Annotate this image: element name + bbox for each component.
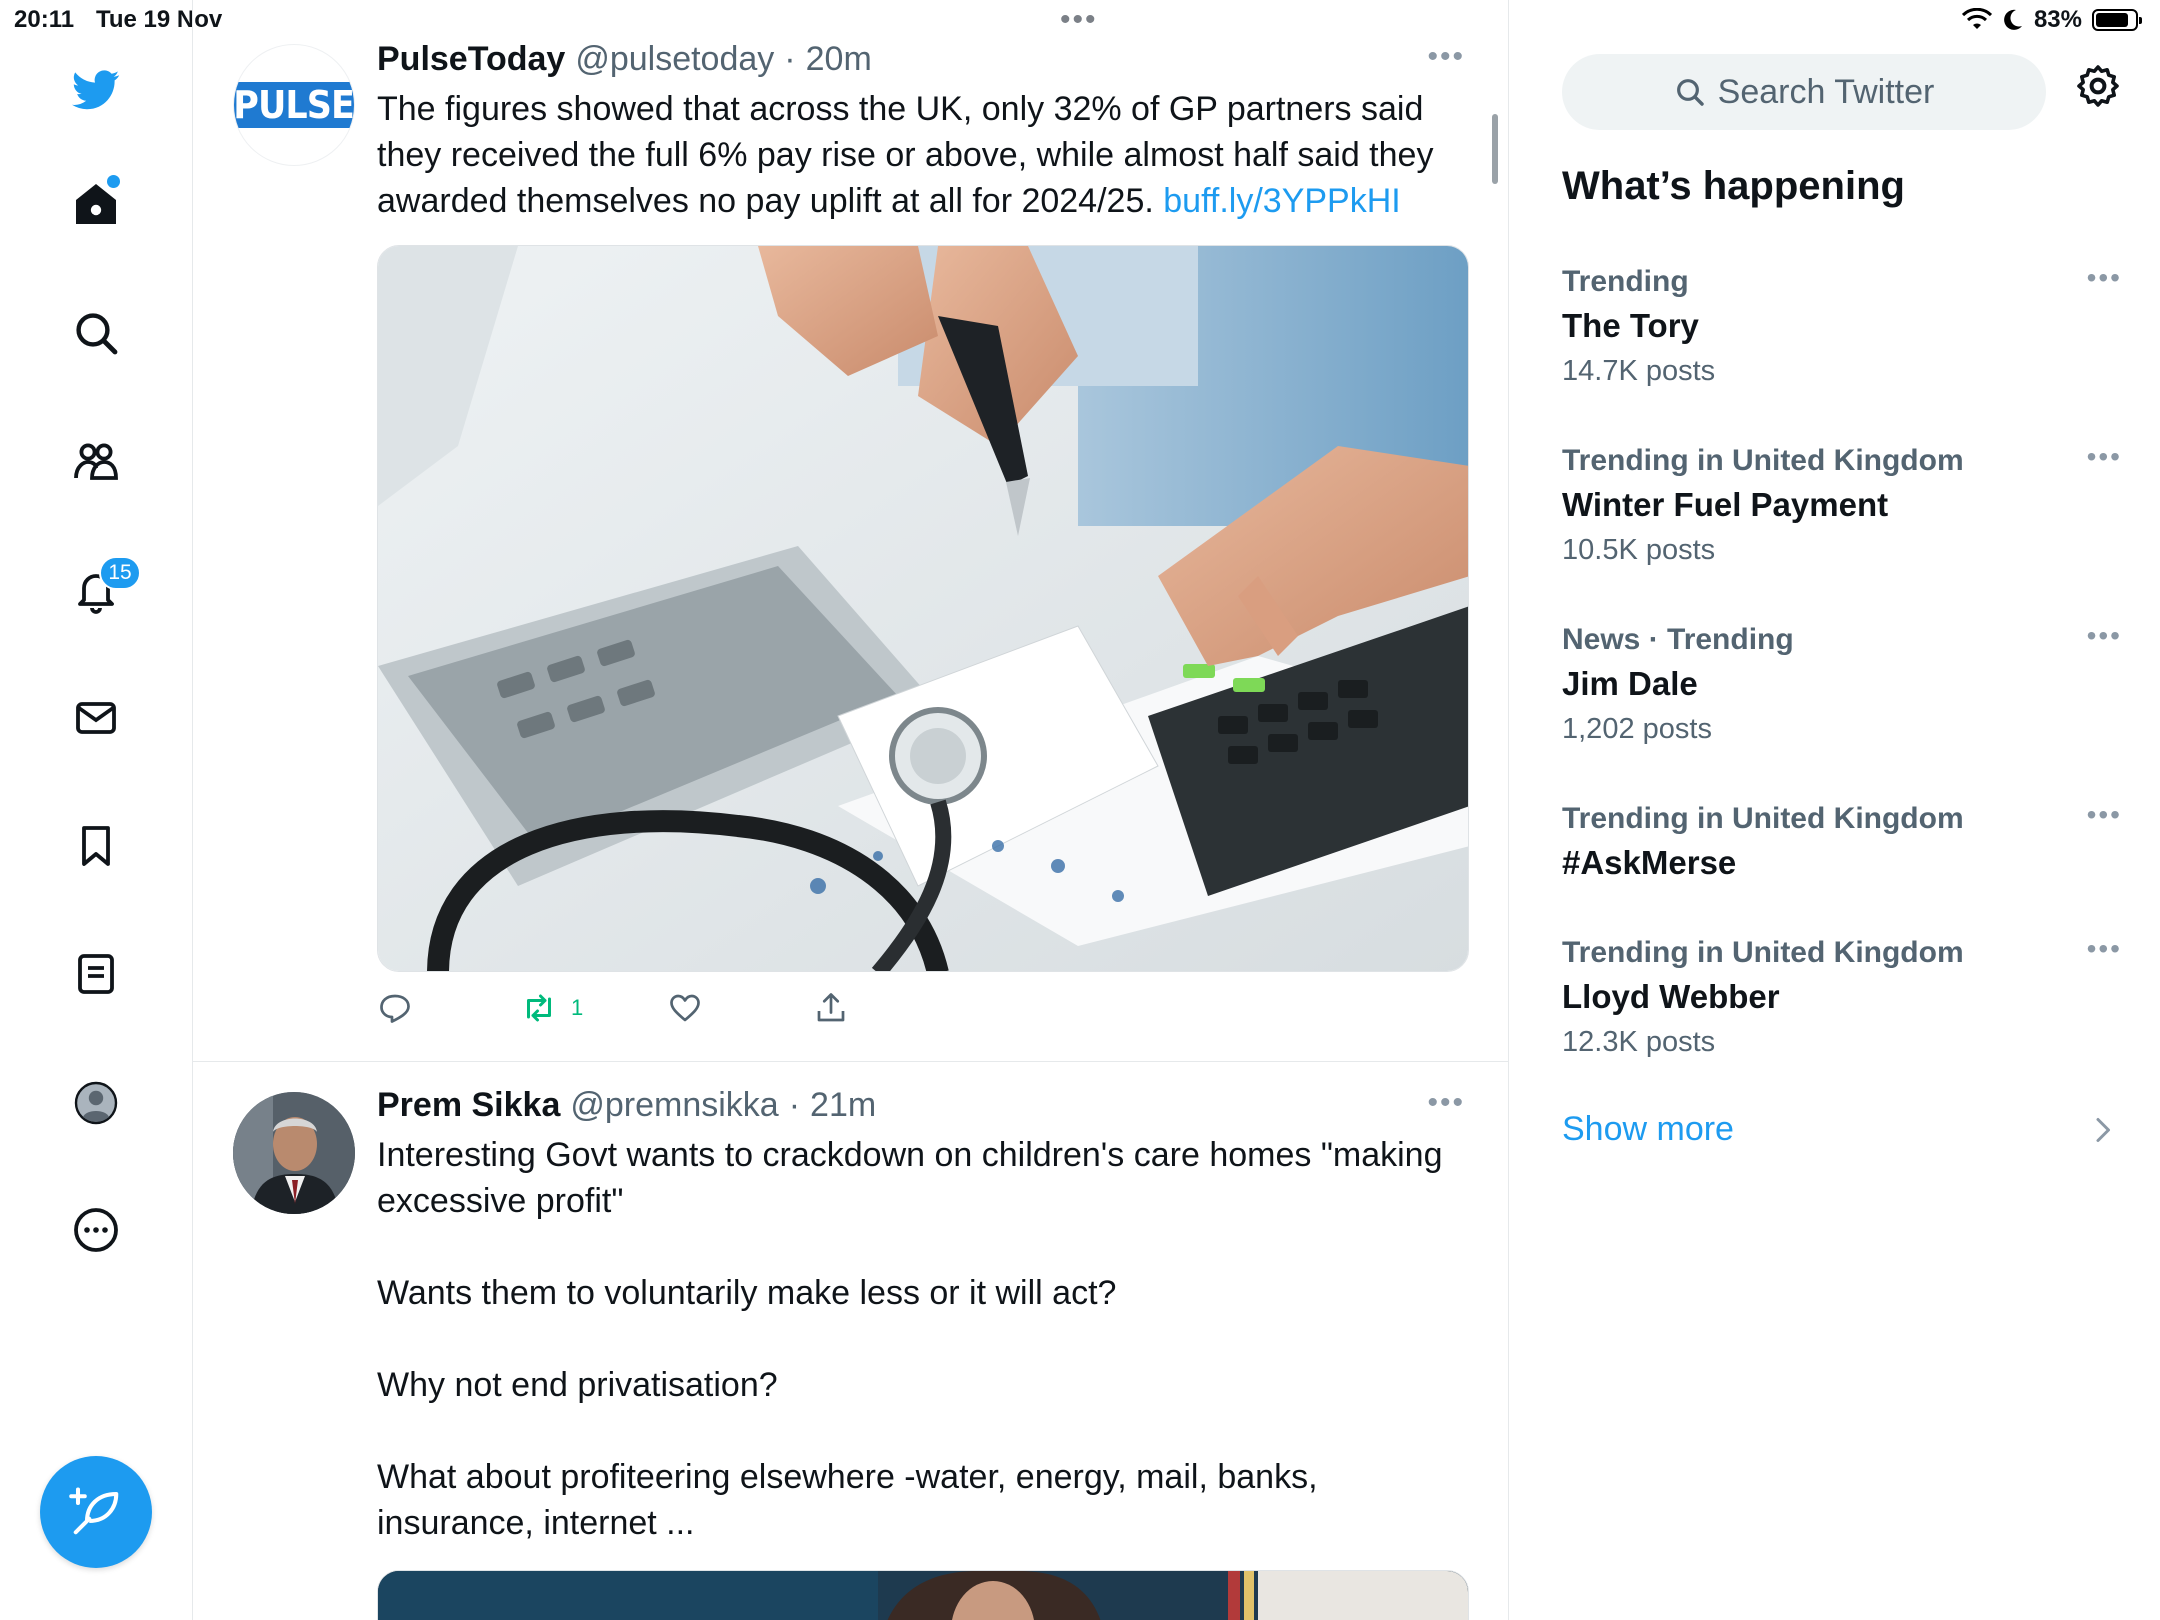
bookmarks-icon[interactable]	[66, 816, 126, 876]
trend-meta: Trending in United Kingdom	[1562, 936, 1964, 969]
timeline-feed[interactable]: PULSE PulseToday @pulsetoday · 20m ••• T…	[193, 0, 1509, 1620]
tweet-separator: ·	[784, 40, 796, 78]
trend-name: #AskMerse	[1562, 844, 1737, 881]
trend-meta: Trending in United Kingdom	[1562, 444, 1964, 477]
prem-sikka-avatar[interactable]	[233, 1092, 355, 1214]
search-icon[interactable]	[66, 303, 126, 363]
trend-name: The Tory	[1562, 307, 1699, 344]
trend-item[interactable]: News · Trending Jim Dale 1,202 posts •••	[1562, 620, 2122, 750]
tweet-timestamp[interactable]: 20m	[806, 40, 872, 79]
trend-count: 14.7K posts	[1562, 355, 1716, 387]
retweet-button[interactable]: 1	[521, 990, 583, 1026]
feed-scroll-indicator[interactable]	[1492, 114, 1498, 184]
tweet-author-handle[interactable]: @premnsikka	[570, 1086, 778, 1125]
home-unread-dot	[107, 175, 120, 188]
show-more-link[interactable]: Show more	[1562, 1110, 1734, 1149]
communities-icon[interactable]	[66, 432, 126, 492]
tweet-image[interactable]	[377, 1570, 1469, 1620]
trend-item[interactable]: Trending in United Kingdom Winter Fuel P…	[1562, 441, 2122, 571]
pulse-logo: PULSE	[234, 82, 354, 128]
tweet-more-icon[interactable]: •••	[1427, 40, 1465, 74]
tweet-separator: ·	[788, 1086, 801, 1124]
trend-name: Jim Dale	[1562, 665, 1698, 702]
trend-name: Lloyd Webber	[1562, 978, 1780, 1015]
trend-meta: Trending in United Kingdom	[1562, 802, 1964, 835]
whats-happening-title: What’s happening	[1562, 164, 1905, 208]
trend-count: 12.3K posts	[1562, 1026, 1716, 1058]
tweet-header: PulseToday @pulsetoday · 20m	[377, 40, 872, 79]
left-navigation: 15	[0, 0, 193, 1620]
compose-tweet-button[interactable]	[40, 1456, 152, 1568]
trend-more-icon[interactable]: •••	[2087, 262, 2122, 294]
trend-item[interactable]: Trending in United Kingdom Lloyd Webber …	[1562, 933, 2122, 1063]
right-sidebar: Search Twitter What’s happening Trending…	[1510, 0, 2160, 1620]
settings-gear-icon[interactable]	[2074, 62, 2134, 122]
more-options-icon[interactable]	[66, 1200, 126, 1260]
tweet-author-handle[interactable]: @pulsetoday	[575, 40, 774, 79]
tweet-text: Interesting Govt wants to crackdown on c…	[377, 1136, 1443, 1542]
trend-item[interactable]: Trending The Tory 14.7K posts •••	[1562, 262, 2122, 392]
trend-more-icon[interactable]: •••	[2087, 799, 2122, 831]
compose-feather-icon	[69, 1487, 119, 1535]
share-upload-icon	[817, 993, 845, 1022]
reply-bubble-icon	[380, 994, 410, 1023]
tweet-author-name[interactable]: PulseToday	[377, 40, 565, 79]
lists-icon[interactable]	[66, 944, 126, 1004]
tweet-link[interactable]: buff.ly/3YPPkHI	[1163, 182, 1401, 220]
twitter-logo-icon[interactable]	[66, 60, 126, 120]
tweet-timestamp[interactable]: 21m	[810, 1086, 876, 1125]
retweet-count: 1	[571, 995, 584, 1020]
tweet-text: The figures showed that across the UK, o…	[377, 86, 1457, 224]
chevron-right-icon[interactable]	[2090, 1112, 2118, 1148]
tweet-author-name[interactable]: Prem Sikka	[377, 1086, 560, 1125]
search-placeholder: Search Twitter	[1717, 72, 1935, 111]
trend-count: 10.5K posts	[1562, 534, 1716, 566]
tweet[interactable]: PULSE PulseToday @pulsetoday · 20m ••• T…	[193, 40, 1508, 1062]
heart-icon	[670, 994, 700, 1022]
trend-name: Winter Fuel Payment	[1562, 486, 1889, 523]
trend-count: 1,202 posts	[1562, 713, 1712, 745]
tweet-actions: 1	[377, 990, 1077, 1040]
tweet[interactable]: Prem Sikka @premnsikka · 21m ••• Interes…	[193, 1062, 1508, 1620]
search-icon	[1676, 79, 1704, 106]
trend-item[interactable]: Trending in United Kingdom #AskMerse •••	[1562, 799, 2122, 887]
notifications-badge: 15	[99, 556, 141, 590]
retweet-icon	[527, 994, 551, 1022]
tweet-image-doctor-calculator[interactable]	[377, 245, 1469, 972]
pulsetoday-avatar[interactable]: PULSE	[233, 44, 355, 166]
search-input[interactable]: Search Twitter	[1562, 54, 2046, 130]
trend-more-icon[interactable]: •••	[2087, 933, 2122, 965]
messages-envelope-icon[interactable]	[66, 688, 126, 748]
trend-meta: News · Trending	[1562, 623, 1794, 656]
tweet-header: Prem Sikka @premnsikka · 21m	[377, 1086, 876, 1125]
trend-more-icon[interactable]: •••	[2087, 441, 2122, 473]
trend-meta: Trending	[1562, 265, 1689, 298]
profile-avatar-icon[interactable]	[66, 1073, 126, 1133]
like-button[interactable]	[667, 990, 703, 1026]
trend-more-icon[interactable]: •••	[2087, 620, 2122, 652]
share-button[interactable]	[813, 990, 849, 1026]
tweet-more-icon[interactable]: •••	[1427, 1086, 1465, 1120]
reply-button[interactable]	[377, 990, 413, 1026]
